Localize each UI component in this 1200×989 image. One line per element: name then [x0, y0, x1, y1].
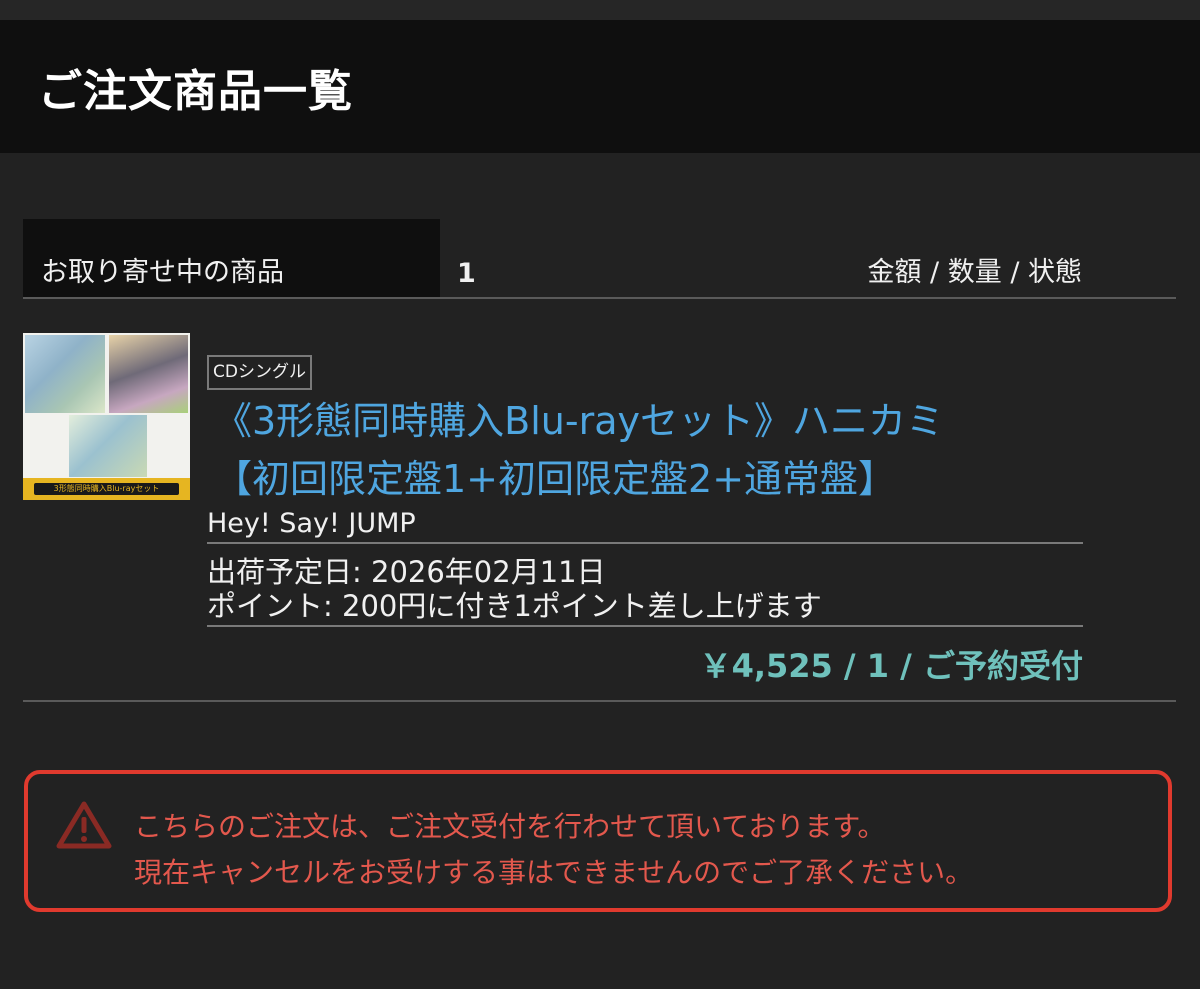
cancel-notice: こちらのご注文は、ご注文受付を行わせて頂いております。 現在キャンセルをお受けす… — [24, 770, 1172, 912]
jacket-photo-3 — [69, 415, 147, 477]
backorder-tab[interactable]: お取り寄せ中の商品 — [23, 219, 440, 297]
product-thumbnail[interactable]: 3形態同時購入Blu-rayセット — [23, 333, 190, 500]
points-info: ポイント: 200円に付き1ポイント差し上げます — [207, 589, 822, 623]
product-title-link[interactable]: 《3形態同時購入Blu-rayセット》ハニカミ 【初回限定盤1+初回限定盤2+通… — [214, 392, 1114, 508]
order-list-header: お取り寄せ中の商品 1 金額 / 数量 / 状態 — [23, 219, 1176, 299]
product-info: 出荷予定日: 2026年02月11日 ポイント: 200円に付き1ポイント差し上… — [207, 555, 1083, 627]
thumbnail-caption-band: 3形態同時購入Blu-rayセット — [23, 478, 190, 500]
backorder-tab-label: お取り寄せ中の商品 — [41, 257, 284, 288]
page-header: ご注文商品一覧 — [0, 20, 1200, 153]
top-status-strip — [0, 0, 1200, 20]
page-title: ご注文商品一覧 — [38, 65, 353, 117]
jacket-photo-1 — [25, 335, 105, 413]
item-divider — [23, 700, 1176, 702]
notice-text: こちらのご注文は、ご注文受付を行わせて頂いております。 現在キャンセルをお受けす… — [134, 804, 973, 896]
product-title-line1: 《3形態同時購入Blu-rayセット》ハニカミ — [214, 399, 944, 443]
notice-line2: 現在キャンセルをお受けする事はできませんのでご了承ください。 — [134, 856, 974, 889]
notice-line1: こちらのご注文は、ご注文受付を行わせて頂いております。 — [134, 810, 886, 843]
warning-icon — [56, 801, 112, 849]
ship-date: 出荷予定日: 2026年02月11日 — [207, 555, 606, 589]
item-count: 1 — [457, 258, 476, 289]
product-title-line2: 【初回限定盤1+初回限定盤2+通常盤】 — [214, 457, 897, 501]
artist-name: Hey! Say! JUMP — [207, 505, 1083, 544]
columns-label: 金額 / 数量 / 状態 — [867, 257, 1082, 288]
jacket-photo-2 — [109, 335, 188, 413]
price-qty-status: ￥4,525 / 1 / ご予約受付 — [699, 647, 1083, 685]
category-badge: CDシングル — [207, 355, 312, 390]
thumbnail-caption: 3形態同時購入Blu-rayセット — [34, 483, 179, 495]
